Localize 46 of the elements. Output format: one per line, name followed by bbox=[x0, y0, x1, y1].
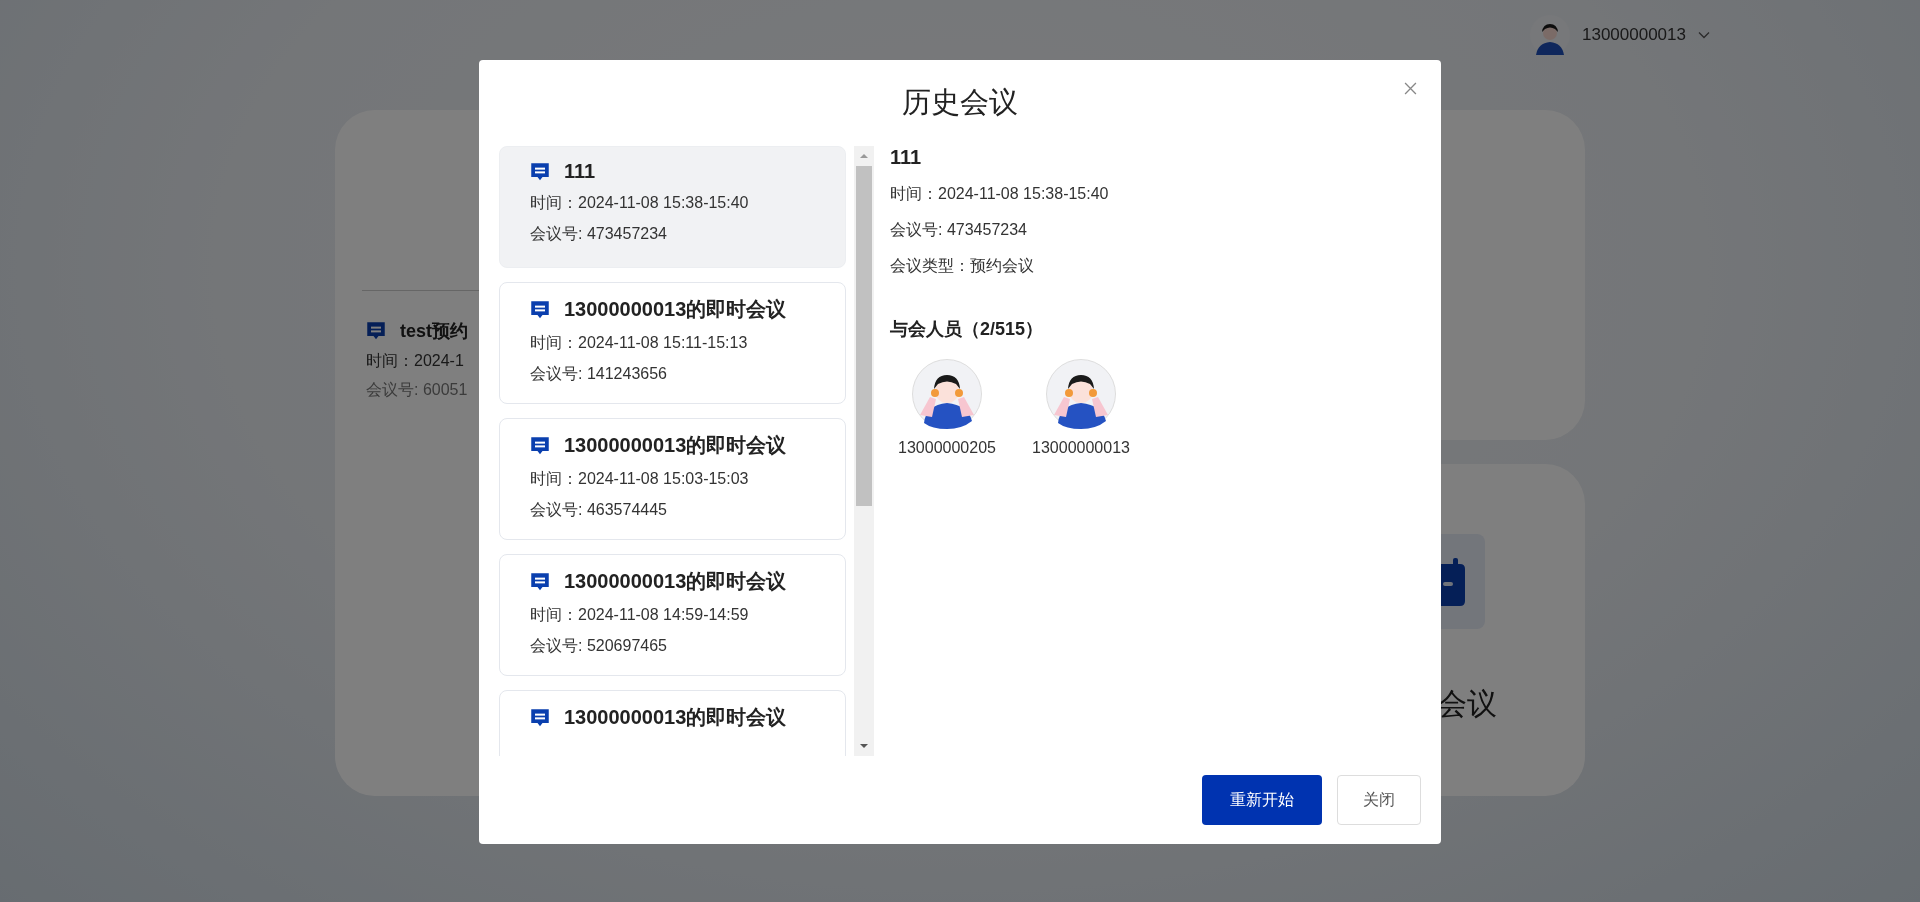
meeting-card[interactable]: 13000000013的即时会议 时间：2024-11-08 15:03-15:03 会议号: 463574445 bbox=[499, 418, 846, 540]
scrollbar[interactable] bbox=[854, 146, 874, 756]
message-icon bbox=[530, 435, 550, 456]
meeting-number: 会议号: 463574445 bbox=[530, 500, 668, 520]
chevron-down-icon bbox=[1698, 31, 1710, 39]
meeting-title: 13000000013的即时会议 bbox=[564, 433, 787, 458]
calendar-icon bbox=[1441, 557, 1465, 606]
message-icon bbox=[530, 299, 550, 320]
meeting-number: 会议号: 60051 bbox=[366, 380, 468, 400]
avatar bbox=[1046, 359, 1116, 429]
meeting-card[interactable]: 13000000013的即时会议 bbox=[499, 690, 846, 756]
meeting-time: 时间：2024-11-08 15:11-15:13 bbox=[530, 333, 749, 353]
avatar bbox=[912, 359, 982, 429]
scroll-up-icon[interactable] bbox=[859, 153, 869, 159]
dialog-title: 历史会议 bbox=[902, 85, 1018, 120]
meeting-title: test预约 bbox=[400, 320, 468, 343]
meeting-title: 13000000013的即时会议 bbox=[564, 297, 787, 322]
meeting-card[interactable]: 111 时间：2024-11-08 15:38-15:40 会议号: 473457234 bbox=[499, 146, 846, 268]
close-button[interactable]: 关闭 bbox=[1337, 775, 1421, 825]
scroll-down-icon[interactable] bbox=[859, 743, 869, 749]
attendee-name: 13000000013 bbox=[1032, 439, 1130, 457]
meeting-number: 会议号: 473457234 bbox=[530, 224, 668, 244]
user-menu[interactable]: 13000000013 bbox=[1530, 15, 1710, 55]
meeting-time: 时间：2024-11-08 14:59-14:59 bbox=[530, 605, 750, 625]
detail-type: 会议类型：预约会议 bbox=[890, 256, 1035, 276]
attendee-name: 13000000205 bbox=[898, 439, 996, 457]
detail-number: 会议号: 473457234 bbox=[890, 220, 1028, 240]
meeting-time: 时间：2024-1 bbox=[366, 351, 464, 371]
meeting-number: 会议号: 520697465 bbox=[530, 636, 668, 656]
message-icon bbox=[530, 161, 550, 182]
restart-button[interactable]: 重新开始 bbox=[1202, 775, 1322, 825]
detail-title: 111 bbox=[890, 146, 923, 169]
meeting-title: 13000000013的即时会议 bbox=[564, 705, 787, 730]
meeting-card[interactable]: 13000000013的即时会议 时间：2024-11-08 15:11-15:13 会议号: 141243656 bbox=[499, 282, 846, 404]
meeting-card[interactable]: 13000000013的即时会议 时间：2024-11-08 14:59-14:59 会议号: 520697465 bbox=[499, 554, 846, 676]
meeting-time: 时间：2024-11-08 15:38-15:40 bbox=[530, 193, 750, 213]
message-icon bbox=[530, 571, 550, 592]
detail-time: 时间：2024-11-08 15:38-15:40 bbox=[890, 184, 1110, 204]
close-icon[interactable] bbox=[1404, 82, 1417, 95]
meeting-number: 会议号: 141243656 bbox=[530, 364, 668, 384]
message-icon bbox=[366, 321, 386, 341]
meeting-title: 111 bbox=[564, 160, 596, 183]
meeting-title: 13000000013的即时会议 bbox=[564, 569, 787, 594]
message-icon bbox=[530, 707, 550, 728]
meeting-time: 时间：2024-11-08 15:03-15:03 bbox=[530, 469, 750, 489]
attendees-heading: 与会人员（2/515） bbox=[890, 318, 1045, 341]
